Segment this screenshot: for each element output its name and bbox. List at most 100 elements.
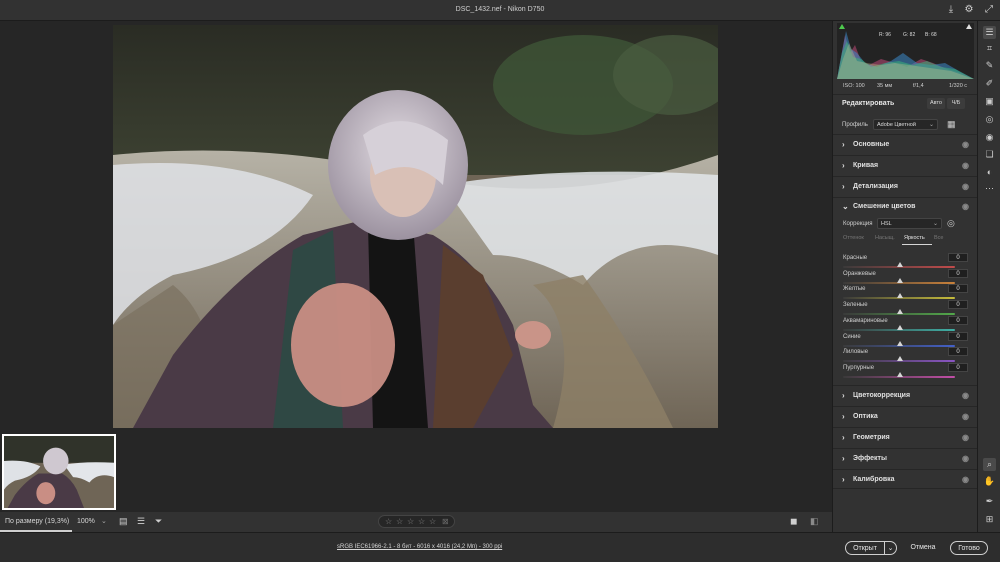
slider-knob[interactable] — [897, 325, 903, 330]
eyedropper-icon[interactable]: ✒ — [983, 495, 996, 508]
filmstrip-view-icon[interactable]: ▤ — [119, 516, 128, 527]
exif-info: ISO: 100 35 мм f/1,4 1/320 с — [841, 83, 973, 92]
sort-icon[interactable]: ☰ — [137, 516, 145, 527]
auto-button[interactable]: Авто — [927, 98, 945, 109]
highlight-clipping-icon[interactable] — [966, 24, 972, 29]
open-options-button[interactable]: ⌄ — [884, 541, 897, 555]
zoom-dropdown-icon[interactable]: ⌄ — [101, 517, 107, 525]
section-effects[interactable]: › Эффекты ◉ — [833, 448, 978, 468]
zoom-icon[interactable]: ⌕ — [983, 458, 996, 471]
tab-hue[interactable]: Оттенок — [843, 235, 864, 241]
shadow-clipping-icon[interactable] — [839, 24, 845, 29]
slider-knob[interactable] — [897, 372, 903, 377]
section-geometry[interactable]: › Геометрия ◉ — [833, 427, 978, 447]
open-button[interactable]: Открыт — [845, 541, 885, 555]
eye-icon[interactable]: ◉ — [962, 475, 969, 484]
expand-icon[interactable]: ⤢ — [983, 4, 995, 16]
slider-label: Синие — [843, 334, 861, 340]
slider-aqua[interactable]: Аквамариновые 0 — [843, 316, 968, 333]
brush-icon[interactable]: ✐ — [983, 77, 996, 90]
slider-knob[interactable] — [897, 293, 903, 298]
eye-icon[interactable]: ◉ — [962, 182, 969, 191]
slider-value[interactable]: 0 — [948, 269, 968, 278]
slider-value[interactable]: 0 — [948, 284, 968, 293]
bw-button[interactable]: Ч/Б — [947, 98, 965, 109]
cancel-button[interactable]: Отмена — [903, 541, 943, 555]
star-icon[interactable]: ☆ — [396, 517, 403, 526]
star-icon[interactable]: ☆ — [418, 517, 425, 526]
profile-browser-icon[interactable]: ▦ — [947, 119, 956, 130]
hand-icon[interactable]: ✋ — [983, 475, 996, 488]
tab-luminance[interactable]: Яркость — [904, 235, 925, 241]
radial-filter-icon[interactable]: ◎ — [983, 113, 996, 126]
healing-icon[interactable]: ✎ — [983, 59, 996, 72]
target-adjust-icon[interactable]: ◎ — [947, 218, 955, 229]
slider-value[interactable]: 0 — [948, 300, 968, 309]
slider-value[interactable]: 0 — [948, 316, 968, 325]
star-icon[interactable]: ☆ — [385, 517, 392, 526]
grid-icon[interactable]: ⊞ — [983, 513, 996, 526]
presets-icon[interactable]: ◐ — [983, 166, 996, 179]
gear-icon[interactable]: ⚙ — [963, 4, 975, 16]
crop-icon[interactable]: ⌗ — [983, 42, 996, 55]
section-detail[interactable]: › Детализация ◉ — [833, 176, 978, 196]
section-basic[interactable]: › Основные ◉ — [833, 134, 978, 154]
snapshots-icon[interactable]: ❏ — [983, 148, 996, 161]
eye-icon[interactable]: ◉ — [962, 454, 969, 463]
slider-knob[interactable] — [897, 309, 903, 314]
slider-value[interactable]: 0 — [948, 332, 968, 341]
slider-value[interactable]: 0 — [948, 363, 968, 372]
eye-icon[interactable]: ◉ — [962, 202, 969, 211]
slider-label: Лиловые — [843, 349, 869, 355]
eye-icon[interactable]: ◉ — [962, 391, 969, 400]
photo-preview[interactable] — [113, 25, 718, 428]
eye-icon[interactable]: ◉ — [962, 161, 969, 170]
done-button[interactable]: Готово — [950, 541, 988, 555]
eye-icon[interactable]: ◉ — [962, 412, 969, 421]
reject-icon[interactable]: ⊠ — [442, 517, 449, 526]
gradient-icon[interactable]: ▣ — [983, 95, 996, 108]
chevron-right-icon: › — [842, 454, 845, 463]
tab-all[interactable]: Все — [934, 235, 943, 241]
slider-knob[interactable] — [897, 356, 903, 361]
filter-icon[interactable]: ⏷ — [155, 516, 162, 527]
star-icon[interactable]: ☆ — [429, 517, 436, 526]
section-calibration[interactable]: › Калибровка ◉ — [833, 469, 978, 489]
tab-saturation[interactable]: Насыщ. — [875, 235, 895, 241]
chevron-right-icon: › — [842, 140, 845, 149]
slider-red[interactable]: Красные 0 — [843, 253, 968, 270]
compare-view-icon[interactable]: ◧ — [810, 516, 819, 527]
slider-knob[interactable] — [897, 341, 903, 346]
chevron-right-icon: › — [842, 161, 845, 170]
slider-label: Зеленые — [843, 302, 868, 308]
star-icon[interactable]: ☆ — [407, 517, 414, 526]
histogram-b-readout: B: 68 — [925, 32, 937, 38]
eye-icon[interactable]: ◉ — [962, 433, 969, 442]
slider-value[interactable]: 0 — [948, 347, 968, 356]
canvas-bottom-bar: По размеру (19,3%) 100% ⌄ ▤ ☰ ⏷ ☆ ☆ ☆ ☆ … — [0, 512, 832, 532]
single-view-icon[interactable]: ◼ — [790, 516, 797, 527]
workflow-options-link[interactable]: sRGB IEC61966-2.1 - 8 бит - 6016 x 4016 … — [337, 544, 502, 550]
fit-zoom-label[interactable]: По размеру (19,3%) — [5, 518, 69, 525]
slider-magenta[interactable]: Пурпурные 0 — [843, 363, 968, 380]
section-curve[interactable]: › Кривая ◉ — [833, 155, 978, 175]
save-icon[interactable]: ⤓ — [945, 4, 957, 16]
slider-yellow[interactable]: Желтые 0 — [843, 284, 968, 301]
more-icon[interactable]: ⋯ — [983, 182, 996, 195]
slider-purple[interactable]: Лиловые 0 — [843, 347, 968, 364]
edit-sliders-icon[interactable]: ☰ — [983, 26, 996, 39]
filmstrip-thumbnail[interactable] — [2, 434, 116, 510]
section-optics[interactable]: › Оптика ◉ — [833, 406, 978, 426]
tool-strip: ☰ ⌗ ✎ ✐ ▣ ◎ ◉ ❏ ◐ ⋯ ⌕ ✋ ✒ ⊞ — [977, 21, 1000, 532]
profile-select[interactable]: Adobe Цветной ⌄ — [873, 119, 938, 130]
correction-select[interactable]: HSL ⌄ — [877, 218, 942, 229]
zoom-level[interactable]: 100% — [77, 518, 95, 525]
red-eye-icon[interactable]: ◉ — [983, 131, 996, 144]
section-color-mixer[interactable]: ⌄ Смешение цветов ◉ — [833, 197, 978, 214]
eye-icon[interactable]: ◉ — [962, 140, 969, 149]
slider-knob[interactable] — [897, 262, 903, 267]
slider-knob[interactable] — [897, 278, 903, 283]
slider-value[interactable]: 0 — [948, 253, 968, 262]
section-color-grading[interactable]: › Цветокоррекция ◉ — [833, 385, 978, 405]
slider-green[interactable]: Зеленые 0 — [843, 300, 968, 317]
